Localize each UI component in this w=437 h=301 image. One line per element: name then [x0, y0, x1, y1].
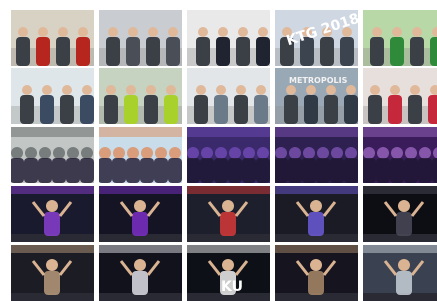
photo-stage-cheer: [187, 245, 270, 301]
gallery-thumbnail[interactable]: [11, 68, 94, 124]
photo-stage-dancers: [99, 245, 182, 301]
photo-stage-woman: [99, 186, 182, 242]
photo-couple-posing: [187, 10, 270, 66]
photo-ktg-2018-sign: [275, 10, 358, 66]
photo-purple-closeup: [363, 127, 437, 183]
gallery-thumbnail[interactable]: [363, 68, 437, 124]
photo-stage-portrait: [275, 186, 358, 242]
gallery-thumbnail[interactable]: [363, 186, 437, 242]
gallery-thumbnail[interactable]: METROPOLIS: [275, 68, 358, 124]
gallery-thumbnail[interactable]: [99, 245, 182, 301]
gallery-thumbnail[interactable]: [187, 68, 270, 124]
photo-stage-mascot: [187, 186, 270, 242]
photo-stage-performer: [275, 245, 358, 301]
gallery-thumbnail[interactable]: [187, 186, 270, 242]
gallery-thumbnail[interactable]: [11, 10, 94, 66]
gallery-thumbnail[interactable]: [11, 245, 94, 301]
gallery-thumbnail[interactable]: [275, 186, 358, 242]
photo-woman-speaking: [11, 10, 94, 66]
photo-purple-audience: [187, 127, 270, 183]
photo-purple-audience-2: [275, 127, 358, 183]
gallery-thumbnail[interactable]: [99, 10, 182, 66]
photo-stand-visitors: [99, 68, 182, 124]
photo-stage-elder: [11, 245, 94, 301]
photo-outdoor-crowd: [11, 68, 94, 124]
photo-stage-hall: [363, 245, 437, 301]
photo-stage-speaker: [11, 186, 94, 242]
gallery-thumbnail[interactable]: KU: [187, 245, 270, 301]
gallery-thumbnail[interactable]: [187, 10, 270, 66]
photo-audience-seated: [99, 10, 182, 66]
photo-bouncy-castle: [99, 127, 182, 183]
photo-stage-dark: [363, 186, 437, 242]
gallery-thumbnail[interactable]: [99, 186, 182, 242]
gallery-thumbnail[interactable]: [11, 127, 94, 183]
photo-green-bags: [363, 10, 437, 66]
gallery-thumbnail[interactable]: [11, 186, 94, 242]
gallery-thumbnail[interactable]: [99, 127, 182, 183]
photo-group-selfie: [11, 127, 94, 183]
gallery-thumbnail[interactable]: [275, 127, 358, 183]
gallery-thumbnail[interactable]: [187, 127, 270, 183]
gallery-thumbnail[interactable]: KTG 2018: [275, 10, 358, 66]
gallery-thumbnail[interactable]: [363, 245, 437, 301]
gallery-thumbnail[interactable]: [363, 10, 437, 66]
photo-people-walking: [187, 68, 270, 124]
gallery-thumbnail[interactable]: [275, 245, 358, 301]
photo-gallery: KTG 2018 METROPOLIS KU: [0, 0, 437, 301]
photo-balloons-stand: [363, 68, 437, 124]
gallery-thumbnail[interactable]: [99, 68, 182, 124]
gallery-thumbnail[interactable]: [363, 127, 437, 183]
photo-metropolis-sign: [275, 68, 358, 124]
